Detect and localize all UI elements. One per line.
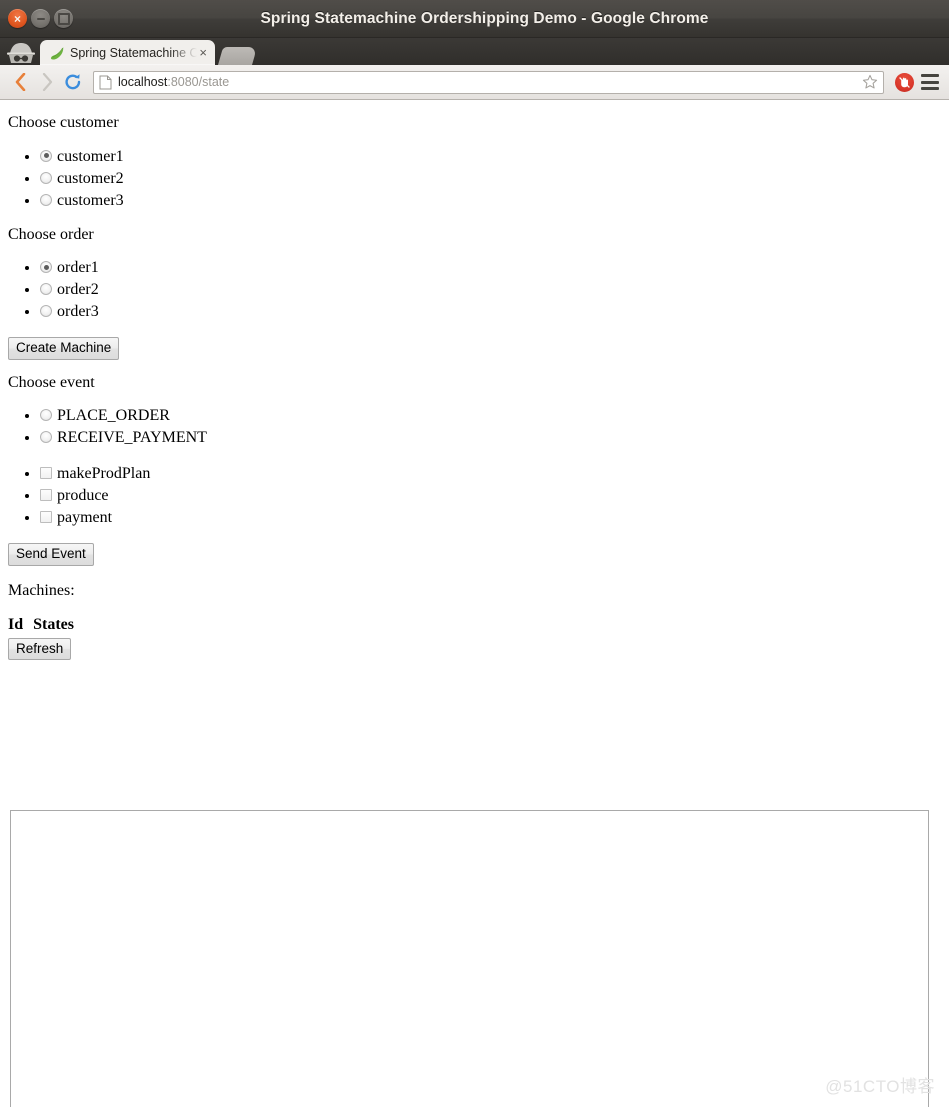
list-item: produce xyxy=(40,485,949,507)
address-bar[interactable]: localhost:8080/state xyxy=(93,70,884,94)
window-titlebar: × Spring Statemachine Ordershipping Demo… xyxy=(0,0,949,38)
radio-customer2[interactable] xyxy=(40,171,52,184)
browser-toolbar: localhost:8080/state xyxy=(0,65,949,100)
maximize-icon xyxy=(57,12,70,25)
table-header-row: Id States xyxy=(8,616,84,634)
makeprodplan-label: makeProdPlan xyxy=(57,465,151,483)
create-machine-row: Create Machine xyxy=(0,337,949,360)
order1-label: order1 xyxy=(57,259,99,277)
machines-label: Machines: xyxy=(8,581,75,599)
radio-order2[interactable] xyxy=(40,283,52,296)
window-minimize-button[interactable] xyxy=(31,9,50,28)
order-radio-group: order1 order2 order3 xyxy=(0,257,949,323)
url-path: :8080/state xyxy=(167,75,230,89)
reload-button[interactable] xyxy=(60,69,86,95)
menu-bar-3 xyxy=(921,87,939,90)
order3-label: order3 xyxy=(57,303,99,321)
minimize-icon xyxy=(36,17,45,20)
spring-leaf-favicon xyxy=(51,46,64,60)
radio-order3[interactable] xyxy=(40,305,52,318)
window-title: Spring Statemachine Ordershipping Demo -… xyxy=(260,9,709,27)
customer-radio-group: customer1 customer2 customer3 xyxy=(0,146,949,212)
browser-tab[interactable]: Spring Statemachine Orders × xyxy=(40,40,215,65)
incognito-icon[interactable] xyxy=(4,40,38,64)
choose-order-heading: Choose order xyxy=(8,225,94,243)
customer2-label: customer2 xyxy=(57,169,124,187)
send-event-row: Send Event xyxy=(0,543,949,566)
page-content: Choose customer customer1 customer2 cust… xyxy=(0,100,949,1107)
list-item: order2 xyxy=(40,279,949,301)
close-icon: × xyxy=(13,11,21,26)
forward-button[interactable] xyxy=(34,69,60,95)
refresh-row: Refresh xyxy=(0,637,949,661)
menu-bar-1 xyxy=(921,74,939,77)
produce-label: produce xyxy=(57,487,109,505)
watermark: @51CTO博客 xyxy=(825,1077,935,1096)
radio-receive-payment[interactable] xyxy=(40,431,52,444)
order2-label: order2 xyxy=(57,281,99,299)
page-document-icon xyxy=(99,75,112,89)
tab-title: Spring Statemachine Orders xyxy=(70,45,198,60)
list-item: PLACE_ORDER xyxy=(40,405,949,427)
checkbox-produce[interactable] xyxy=(40,489,52,502)
event-radio-group: PLACE_ORDER RECEIVE_PAYMENT xyxy=(0,405,949,449)
list-item: customer1 xyxy=(40,146,949,168)
checkbox-payment[interactable] xyxy=(40,511,52,524)
radio-customer3[interactable] xyxy=(40,193,52,206)
list-item: customer2 xyxy=(40,168,949,190)
back-arrow-icon xyxy=(15,73,26,91)
tab-close-icon[interactable]: × xyxy=(197,46,209,59)
browser-tabstrip: Spring Statemachine Orders × xyxy=(0,38,949,65)
checkbox-makeprodplan[interactable] xyxy=(40,467,52,480)
window-controls: × xyxy=(0,9,73,28)
window-maximize-button[interactable] xyxy=(54,9,73,28)
list-item: RECEIVE_PAYMENT xyxy=(40,427,949,449)
new-tab-button[interactable] xyxy=(218,47,258,65)
radio-customer1[interactable] xyxy=(40,149,52,162)
list-item: payment xyxy=(40,507,949,529)
back-button[interactable] xyxy=(8,69,34,95)
adblock-hand-icon xyxy=(899,76,910,88)
place-order-label: PLACE_ORDER xyxy=(57,407,170,425)
log-textarea[interactable] xyxy=(10,810,929,1107)
payment-label: payment xyxy=(57,509,113,527)
create-machine-button[interactable]: Create Machine xyxy=(8,337,120,360)
url-text: localhost:8080/state xyxy=(118,75,862,89)
customer3-label: customer3 xyxy=(57,191,124,209)
hamburger-menu-icon[interactable] xyxy=(921,74,939,90)
adblock-extension-icon[interactable] xyxy=(895,72,914,92)
column-header-states: States xyxy=(33,615,75,633)
refresh-button[interactable]: Refresh xyxy=(8,637,72,661)
send-event-button[interactable]: Send Event xyxy=(8,543,94,566)
url-host: localhost xyxy=(118,75,168,89)
list-item: customer3 xyxy=(40,190,949,212)
window-close-button[interactable]: × xyxy=(8,9,27,28)
list-item: order1 xyxy=(40,257,949,279)
reload-icon xyxy=(65,74,81,90)
radio-place-order[interactable] xyxy=(40,409,52,422)
receive-payment-label: RECEIVE_PAYMENT xyxy=(57,429,207,447)
machines-table: Id States xyxy=(8,616,84,634)
radio-order1[interactable] xyxy=(40,261,52,274)
forward-arrow-icon xyxy=(42,73,53,91)
choose-event-heading: Choose event xyxy=(8,373,95,391)
star-icon[interactable] xyxy=(862,74,878,90)
list-item: makeProdPlan xyxy=(40,463,949,485)
column-header-id: Id xyxy=(8,615,24,633)
customer1-label: customer1 xyxy=(57,147,124,165)
list-item: order3 xyxy=(40,301,949,323)
choose-customer-heading: Choose customer xyxy=(8,114,119,131)
menu-bar-2 xyxy=(921,80,939,84)
event-flag-checkbox-group: makeProdPlan produce payment xyxy=(0,463,949,529)
